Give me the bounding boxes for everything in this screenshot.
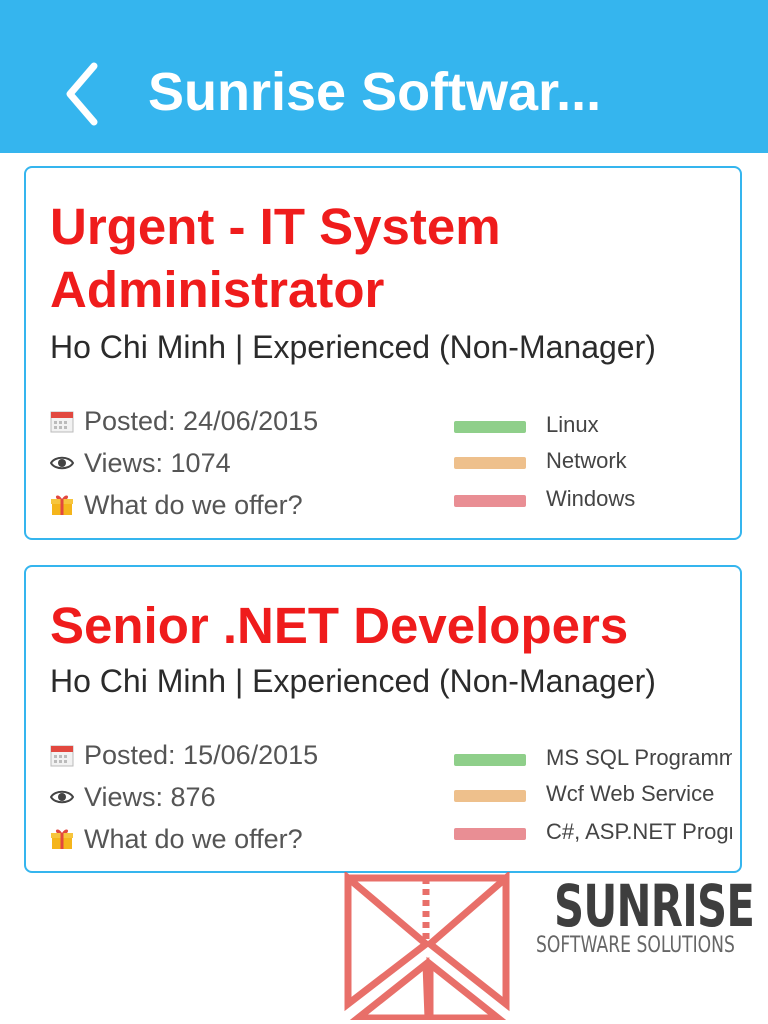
offer-link[interactable]: What do we offer? (50, 822, 303, 856)
views-count: Views: 1074 (84, 448, 231, 478)
skill-tag-bar (454, 754, 526, 766)
back-button[interactable] (56, 60, 116, 128)
offer-label: What do we offer? (84, 490, 303, 520)
skill-tag-label: MS SQL Programming (546, 745, 732, 770)
skill-tag-label: Wcf Web Service (546, 781, 715, 806)
offer-label: What do we offer? (84, 824, 303, 854)
skill-tag: Wcf Web Service (454, 779, 732, 809)
skill-tag-label: Windows (546, 486, 636, 511)
page-title: Sunrise Softwar... (148, 62, 602, 122)
calendar-icon (50, 745, 74, 767)
views-count: Views: 876 (84, 782, 216, 812)
skill-tag: Windows (454, 484, 732, 514)
views-row: Views: 876 (49, 780, 216, 814)
posted-date: Posted: 24/06/2015 (84, 406, 319, 436)
gift-icon (51, 495, 73, 515)
job-card[interactable]: Senior .NET Developers Ho Chi Minh | Exp… (24, 565, 742, 873)
eye-icon (49, 790, 75, 804)
skill-tag: Network (454, 446, 732, 476)
app-header: Sunrise Softwar... (0, 0, 768, 153)
skill-tag: MS SQL Programming (454, 743, 732, 773)
job-location-level: Ho Chi Minh | Experienced (Non-Manager) (50, 329, 656, 365)
skill-tag-label: C#, ASP.NET Programming (546, 819, 732, 844)
logo-tagline: SOFTWARE SOLUTIONS (536, 933, 735, 958)
posted-date: Posted: 15/06/2015 (84, 740, 319, 770)
job-title[interactable]: Senior .NET Developers (50, 594, 690, 657)
job-location-level: Ho Chi Minh | Experienced (Non-Manager) (50, 663, 656, 699)
job-card[interactable]: Urgent - IT System Administrator Ho Chi … (24, 166, 742, 540)
eye-icon (49, 456, 75, 470)
skill-tag: Linux (454, 410, 732, 440)
logo-wordmark: SUNRISE (554, 872, 755, 940)
skill-tag-bar (454, 495, 526, 507)
skill-tag: C#, ASP.NET Programming (454, 817, 732, 847)
posted-row: Posted: 24/06/2015 (50, 404, 318, 438)
skill-tag-bar (454, 457, 526, 469)
skill-tag-label: Linux (546, 412, 599, 437)
skill-tag-label: Network (546, 448, 627, 473)
offer-link[interactable]: What do we offer? (50, 488, 303, 522)
calendar-icon (50, 411, 74, 433)
chevron-left-icon (66, 62, 98, 126)
skill-tag-bar (454, 421, 526, 433)
gift-icon (51, 829, 73, 849)
skill-tag-bar (454, 828, 526, 840)
posted-row: Posted: 15/06/2015 (50, 738, 318, 772)
skill-tag-bar (454, 790, 526, 802)
views-row: Views: 1074 (49, 446, 231, 480)
job-title[interactable]: Urgent - IT System Administrator (50, 195, 690, 321)
